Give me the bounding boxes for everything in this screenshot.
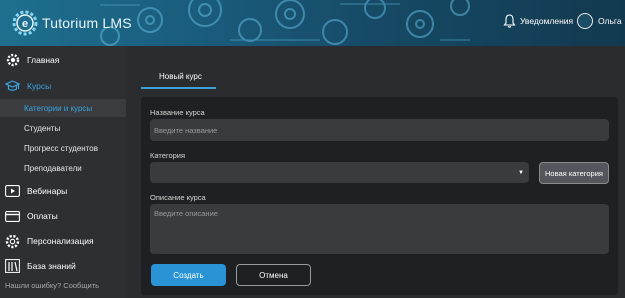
tab-bar: Новый курс (141, 66, 216, 89)
top-header: e Tutorium LMS Уведомления Ольга (0, 0, 625, 46)
sidebar-item-courses[interactable]: Курсы (0, 75, 126, 97)
caret-down-icon: ▼ (518, 169, 524, 176)
logo-text: Tutorium LMS (42, 15, 132, 31)
notifications-button[interactable]: Уведомления (503, 14, 573, 28)
credit-card-icon (5, 209, 20, 224)
description-textarea[interactable]: Введите описание (150, 204, 609, 254)
sidebar-item-label: Оплаты (27, 211, 58, 221)
new-category-button[interactable]: Новая категория (539, 162, 609, 184)
graduation-cap-icon (5, 79, 20, 94)
sidebar-subitem-students[interactable]: Студенты (0, 119, 126, 137)
sidebar-item-knowledge-base[interactable]: База знаний (0, 255, 126, 277)
sidebar-subitem-label: Прогресс студентов (24, 143, 98, 153)
cancel-button[interactable]: Отмена (236, 264, 311, 286)
sidebar-subitem-categories[interactable]: Категории и курсы (0, 99, 126, 117)
sidebar-item-payments[interactable]: Оплаты (0, 205, 126, 227)
avatar (577, 13, 593, 29)
sidebar-subitem-label: Категории и курсы (24, 103, 93, 113)
report-bug-link[interactable]: Нашли ошибку? Сообщить (5, 281, 99, 290)
sidebar-item-label: База знаний (27, 261, 76, 271)
library-icon (5, 259, 20, 274)
svg-text:e: e (22, 18, 28, 30)
category-label: Категория (150, 151, 186, 160)
play-icon (5, 184, 20, 199)
sidebar-item-label: Курсы (27, 81, 52, 91)
sidebar-subitem-teachers[interactable]: Преподаватели (0, 159, 126, 177)
sidebar-subitem-label: Студенты (24, 123, 61, 133)
sidebar-subitem-progress[interactable]: Прогресс студентов (0, 139, 126, 157)
sidebar-item-webinars[interactable]: Вебинары (0, 180, 126, 202)
user-menu[interactable]: Ольга (577, 13, 622, 29)
logo[interactable]: e Tutorium LMS (10, 8, 132, 38)
sidebar-item-home[interactable]: Главная (0, 49, 126, 71)
bell-icon (503, 14, 516, 28)
create-button[interactable]: Создать (151, 264, 226, 286)
tab-new-course[interactable]: Новый курс (141, 72, 216, 89)
description-label: Описание курса (150, 193, 206, 202)
sidebar-item-personalization[interactable]: Персонализация (0, 230, 126, 252)
sidebar-item-label: Персонализация (27, 236, 94, 246)
course-name-input[interactable]: Введите название (150, 119, 609, 141)
sidebar-subitem-label: Преподаватели (24, 163, 82, 173)
gear-icon (5, 234, 20, 249)
logo-gear-icon: e (12, 10, 38, 36)
category-select[interactable]: ▼ (150, 162, 529, 183)
sidebar-item-label: Главная (27, 55, 60, 65)
sidebar-item-label: Вебинары (27, 186, 68, 196)
user-name: Ольга (598, 16, 622, 26)
course-name-label: Название курса (150, 108, 205, 117)
notifications-label: Уведомления (520, 16, 574, 26)
gear-icon (5, 53, 20, 68)
app-window: e Tutorium LMS Уведомления Ольга Главная… (0, 0, 625, 298)
